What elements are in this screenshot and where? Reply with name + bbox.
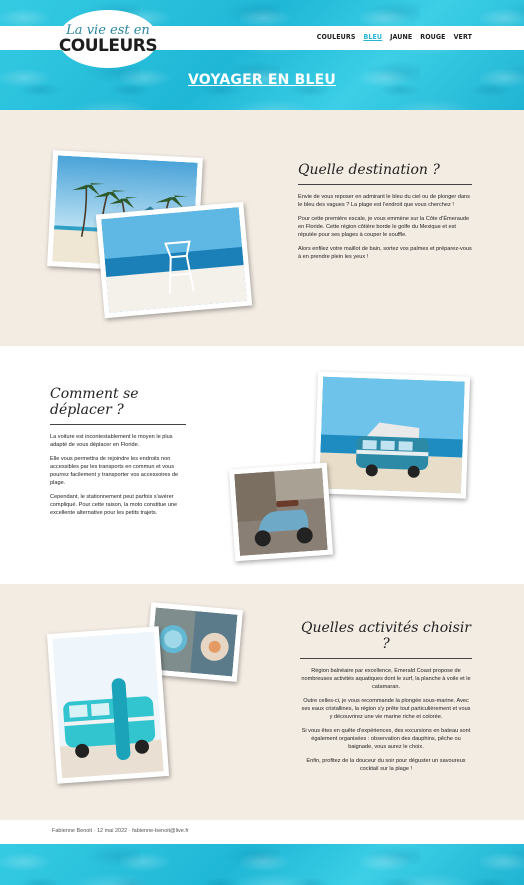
logo-main: COULEURS [58,36,158,56]
paragraph: Alors enfilez votre maillot de bain, sor… [298,246,472,260]
section-heading: Quelle destination ? [298,162,472,185]
section-text: Envie de vous reposer en admirant le ble… [298,193,472,261]
nav-item-jaune[interactable]: JAUNE [390,33,412,41]
nav-item-bleu[interactable]: BLEU [363,33,382,41]
paragraph: Elle vous permettra de rejoindre les end… [50,456,179,486]
paragraph: Pour cette première escale, je vous emmè… [298,216,470,238]
footer-credits: Fabienne Benoit · 12 mai 2022 · fabienne… [52,828,189,834]
nav-item-rouge[interactable]: ROUGE [420,33,445,41]
section-text: La voiture est incontestablement le moye… [50,433,186,517]
section-text: Région balnéaire par excellence, Emerald… [300,667,472,773]
paragraph: Envie de vous reposer en admirant le ble… [298,194,470,208]
page-title: VOYAGER EN BLEU [187,72,336,88]
section-destination: Quelle destination ? Envie de vous repos… [0,110,524,346]
nav-item-couleurs[interactable]: COULEURS [317,33,356,41]
section-transport: Comment se déplacer ? La voiture est inc… [0,346,524,584]
paragraph: Si vous êtes en quête d'expériences, des… [301,728,471,750]
scooter-photo [228,462,334,562]
paragraph: Région balnéaire par excellence, Emerald… [301,668,471,690]
nav-item-vert[interactable]: VERT [454,33,472,41]
site-logo[interactable]: La vie est en COULEURS [58,10,158,68]
header-banner: La vie est en COULEURS COULEURS BLEU JAU… [0,0,524,110]
section-activities: Quelles activités choisir ? Région balné… [0,584,524,820]
section-heading: Quelles activités choisir ? [300,620,472,659]
paragraph: Enfin, profitez de la douceur du soir po… [306,758,466,772]
van-beach-photo [313,371,471,499]
paragraph: Outre celles-ci, je vous recommande la p… [301,698,471,720]
paragraph: La voiture est incontestablement le moye… [50,434,173,448]
surf-van-photo [46,626,170,784]
footer-banner [0,844,524,885]
lifeguard-chair-photo [95,201,253,319]
paragraph: Cependant, le stationnement peut parfois… [50,494,178,516]
main-nav: COULEURS BLEU JAUNE ROUGE VERT [317,33,472,41]
section-heading: Comment se déplacer ? [50,386,186,425]
